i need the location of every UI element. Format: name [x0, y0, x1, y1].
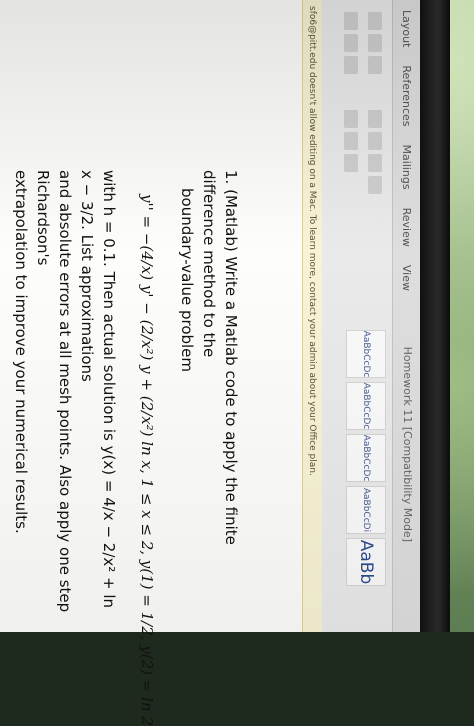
font-size-up-icon[interactable] [368, 12, 382, 30]
style-heading-1[interactable]: AaBbCcDc [346, 434, 386, 482]
ribbon-toolbar: AaBbCcDc AaBbCcDc AaBbCcDc AaBbCcDi AaBb [321, 0, 392, 632]
document-page [0, 0, 302, 632]
style-title[interactable]: AaBb [346, 538, 386, 586]
tab-references[interactable]: References [400, 65, 413, 126]
indent-icon[interactable] [368, 154, 382, 172]
tab-layout[interactable]: Layout [400, 10, 413, 47]
bullets-icon[interactable] [368, 110, 382, 128]
style-heading-2[interactable]: AaBbCcDi [346, 486, 386, 534]
tab-mailings[interactable]: Mailings [400, 145, 413, 190]
align-center-icon[interactable] [344, 132, 358, 150]
tab-review[interactable]: Review [400, 208, 413, 247]
word-window: Layout References Mailings Review View H… [0, 0, 420, 632]
document-title: Homework 11 [Compatibility Mode] [401, 346, 414, 542]
clear-format-icon[interactable] [368, 56, 382, 74]
subscript-icon[interactable] [344, 12, 358, 30]
pilcrow-icon[interactable] [368, 176, 382, 194]
align-right-icon[interactable] [344, 154, 358, 172]
numbering-icon[interactable] [368, 132, 382, 150]
superscript-icon[interactable] [344, 34, 358, 52]
edit-notice-bar: sfo6@pitt.edu doesn't allow editing on a… [302, 0, 322, 632]
style-no-spacing[interactable]: AaBbCcDc [346, 382, 386, 430]
font-size-down-icon[interactable] [368, 34, 382, 52]
highlight-icon[interactable] [344, 56, 358, 74]
monitor-bezel [420, 0, 450, 632]
style-normal[interactable]: AaBbCcDc [346, 330, 386, 378]
tab-view[interactable]: View [400, 265, 413, 291]
align-left-icon[interactable] [344, 110, 358, 128]
